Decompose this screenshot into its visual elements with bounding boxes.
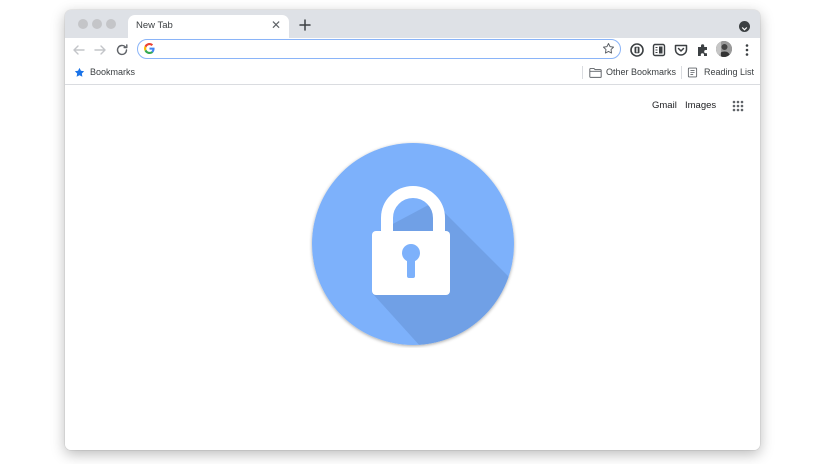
gmail-link[interactable]: Gmail: [652, 100, 677, 111]
images-link[interactable]: Images: [685, 100, 716, 111]
new-tab-page: Gmail Images: [65, 85, 760, 450]
desktop-background: New Tab ✕ Bookmarks Other Bookmarks Read…: [0, 0, 825, 464]
back-arrow-icon[interactable]: [71, 42, 87, 58]
apps-grid-icon[interactable]: [732, 100, 744, 112]
bookmarks-button[interactable]: Bookmarks: [73, 62, 145, 84]
google-g-icon: [144, 43, 155, 54]
omnibox-input[interactable]: [160, 41, 600, 56]
close-icon[interactable]: ✕: [269, 18, 283, 32]
address-bar[interactable]: [137, 39, 621, 59]
bookmarks-separator: [681, 66, 682, 79]
folder-icon: [589, 67, 602, 78]
reading-list-button[interactable]: Reading List: [686, 62, 758, 84]
tab-strip: New Tab ✕: [65, 10, 760, 38]
plus-icon[interactable]: [297, 17, 313, 33]
reload-icon[interactable]: [114, 42, 130, 58]
star-icon: [74, 67, 85, 77]
lock-icon: [312, 143, 514, 345]
reading-list-icon: [687, 67, 698, 78]
other-bookmarks-button[interactable]: Other Bookmarks: [588, 62, 678, 84]
puzzle-icon[interactable]: [695, 42, 711, 58]
avatar[interactable]: [716, 41, 732, 57]
reading-list-label: Reading List: [704, 67, 755, 77]
reader-mode-icon[interactable]: [651, 42, 667, 58]
chevron-down-circle-icon[interactable]: [739, 21, 750, 32]
zoom-window-button[interactable]: [106, 19, 116, 29]
browser-window: New Tab ✕ Bookmarks Other Bookmarks Read…: [65, 10, 760, 450]
other-bookmarks-label: Other Bookmarks: [606, 67, 677, 77]
pocket-icon[interactable]: [673, 42, 689, 58]
bookmarks-bar: Bookmarks Other Bookmarks Reading List: [65, 62, 760, 85]
tab-title: New Tab: [136, 20, 173, 31]
kebab-menu-icon[interactable]: [739, 42, 755, 58]
toolbar: [65, 38, 760, 62]
minimize-window-button[interactable]: [92, 19, 102, 29]
extension-1-icon[interactable]: [629, 42, 645, 58]
forward-arrow-icon[interactable]: [92, 42, 108, 58]
close-window-button[interactable]: [78, 19, 88, 29]
bookmarks-label: Bookmarks: [90, 67, 136, 77]
tab-new-tab[interactable]: New Tab ✕: [128, 15, 289, 38]
star-icon[interactable]: [602, 42, 615, 55]
bookmarks-separator: [582, 66, 583, 79]
